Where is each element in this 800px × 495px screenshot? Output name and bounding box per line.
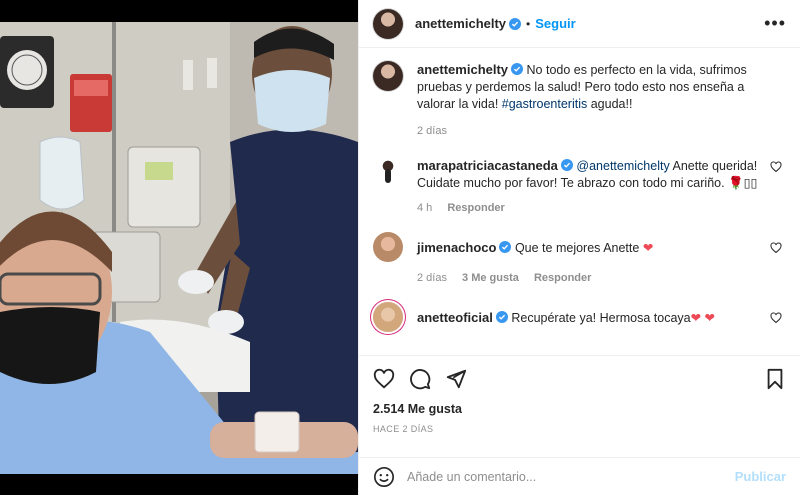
author-username[interactable]: anettemichelty <box>415 16 506 31</box>
caption-avatar[interactable] <box>373 61 403 91</box>
post-actions: 2.514 Me gusta Hace 2 días <box>359 355 800 434</box>
comment-username[interactable]: jimenachoco <box>417 240 496 255</box>
heart-emoji: ❤ <box>642 241 654 255</box>
reply-button[interactable]: Responder <box>447 202 504 214</box>
separator-dot: • <box>526 16 531 31</box>
comment-like-count[interactable]: 3 Me gusta <box>462 272 519 284</box>
comment-icon[interactable] <box>409 368 431 390</box>
comment-item: anetteoficial Recupérate ya! Hermosa toc… <box>373 302 786 332</box>
commenter-avatar[interactable] <box>373 157 403 187</box>
verified-icon <box>499 241 512 253</box>
verified-icon <box>511 63 524 75</box>
caption-meta: 2 días <box>417 125 786 137</box>
comment-input[interactable] <box>407 469 735 484</box>
verified-icon <box>495 311 508 323</box>
commenter-avatar[interactable] <box>373 232 403 262</box>
comment-text: marapatriciacastaneda @anettemichelty An… <box>417 157 786 192</box>
action-bar <box>373 356 786 402</box>
caption: anettemichelty No todo es perfecto en la… <box>373 61 786 113</box>
comments-list[interactable]: anettemichelty No todo es perfecto en la… <box>359 49 800 355</box>
post-media-pane <box>0 0 358 495</box>
caption-username[interactable]: anettemichelty <box>417 62 508 77</box>
caption-timestamp: 2 días <box>417 125 447 137</box>
publish-button[interactable]: Publicar <box>735 469 786 484</box>
comment-meta: 2 días 3 Me gusta Responder <box>417 272 786 284</box>
author-avatar[interactable] <box>373 8 403 39</box>
comment-like-heart-icon[interactable] <box>770 161 782 173</box>
post-timestamp: Hace 2 días <box>373 424 434 434</box>
post-side-panel: anettemichelty • Seguir ••• anettemichel… <box>358 0 800 495</box>
verified-icon <box>509 17 522 30</box>
comment-text: jimenachoco Que te mejores Anette ❤ <box>417 232 786 257</box>
caption-text: anettemichelty No todo es perfecto en la… <box>417 61 786 113</box>
comment-timestamp: 2 días <box>417 272 447 284</box>
share-icon[interactable] <box>445 368 467 390</box>
comment-body: Que te mejores Anette <box>514 241 643 255</box>
comment-username[interactable]: marapatriciacastaneda <box>417 158 558 173</box>
post-header: anettemichelty • Seguir ••• <box>359 0 800 48</box>
hospital-photo-illustration <box>0 22 358 474</box>
emoji-icon[interactable] <box>373 466 395 488</box>
comment-like-heart-icon[interactable] <box>770 312 782 324</box>
comment-mention[interactable]: @anettemichelty <box>576 159 669 173</box>
heart-emoji: ❤ ❤ <box>690 311 716 325</box>
comment-text: anetteoficial Recupérate ya! Hermosa toc… <box>417 302 786 327</box>
verified-icon <box>560 159 573 171</box>
comment-composer: Publicar <box>359 457 800 495</box>
like-count[interactable]: 2.514 Me gusta <box>373 402 786 416</box>
comment-meta: 4 h Responder <box>417 202 786 214</box>
commenter-avatar[interactable] <box>373 302 403 332</box>
comment-body: Recupérate ya! Hermosa tocaya <box>511 311 691 325</box>
heart-icon[interactable] <box>373 368 395 390</box>
post-photo[interactable] <box>0 22 358 474</box>
comment-item: marapatriciacastaneda @anettemichelty An… <box>373 157 786 192</box>
comment-item: jimenachoco Que te mejores Anette ❤ <box>373 232 786 262</box>
author-block: anettemichelty • Seguir <box>415 16 576 31</box>
bookmark-icon[interactable] <box>764 368 786 390</box>
caption-hashtag[interactable]: #gastroenteritis <box>502 97 587 111</box>
comment-timestamp: 4 h <box>417 202 433 214</box>
comment-like-heart-icon[interactable] <box>770 242 782 254</box>
reply-button[interactable]: Responder <box>534 272 591 284</box>
follow-button[interactable]: Seguir <box>535 16 575 31</box>
comment-username[interactable]: anetteoficial <box>417 310 493 325</box>
caption-tail: aguda!! <box>587 97 633 111</box>
more-options-icon[interactable]: ••• <box>764 13 786 34</box>
